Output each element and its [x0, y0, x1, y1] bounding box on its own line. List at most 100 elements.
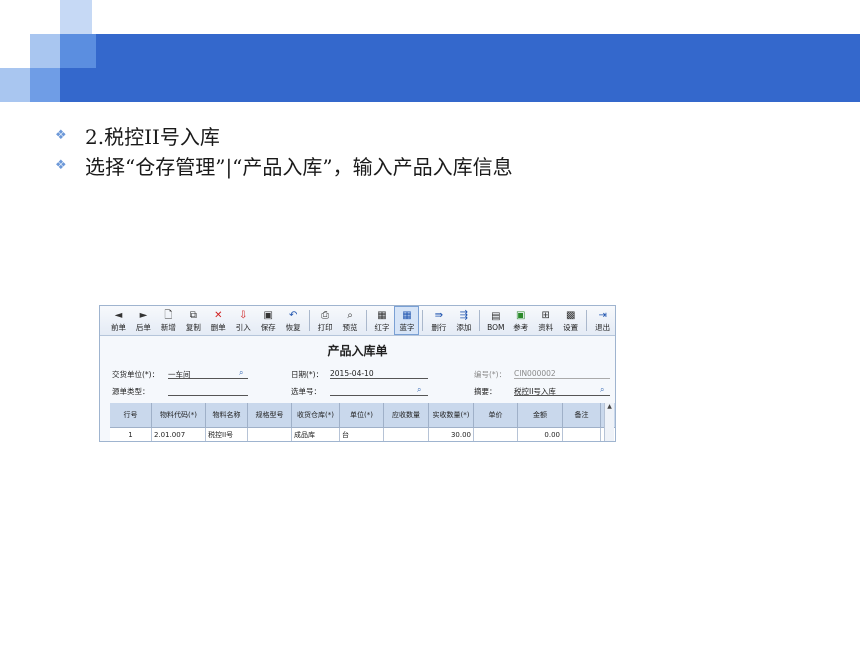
decorative-square	[0, 68, 30, 102]
bullet-item: ❖ 选择“仓存管理”|“产品入库”，输入产品入库信息	[55, 150, 513, 180]
number-label: 编号(*)：	[474, 370, 507, 379]
column-header: 单价	[474, 403, 518, 427]
dept-field[interactable]: 一车间	[168, 369, 248, 379]
number-field[interactable]: CIN000002	[514, 369, 610, 379]
vertical-scrollbar[interactable]: ▲	[604, 403, 614, 441]
toolbar-separator	[422, 310, 424, 331]
decorative-square	[60, 0, 92, 34]
save-icon: ▣	[263, 309, 273, 321]
source-number-field[interactable]	[330, 386, 428, 396]
delete-row-button[interactable]: ⇛ 删行	[426, 306, 451, 335]
form-title: 产品入库单	[327, 344, 388, 358]
new-button[interactable]: 🗋 新增	[156, 306, 181, 335]
add-row-icon: ⇶	[459, 309, 469, 321]
table-cell[interactable]	[248, 428, 292, 441]
new-document-icon: 🗋	[164, 309, 173, 321]
diamond-bullet-icon: ❖	[55, 127, 67, 143]
source-type-label: 源单类型：	[112, 387, 150, 396]
toolbar-separator	[586, 310, 588, 331]
grid-header: 行号 物料代码(*) 物料名称 规格型号 收货仓库(*) 单位(*) 应收数量 …	[110, 403, 615, 427]
header-banner	[60, 34, 860, 102]
print-button[interactable]: ⎙ 打印	[313, 306, 338, 335]
undo-icon: ↶	[288, 309, 298, 321]
blue-text-button[interactable]: ▦ 蓝字	[394, 306, 420, 335]
red-text-button[interactable]: ▦ 红字	[370, 306, 395, 335]
add-row-button[interactable]: ⇶ 添加	[451, 306, 476, 335]
preview-button[interactable]: ⌕ 预览	[338, 306, 363, 335]
toolbar-separator	[308, 310, 310, 331]
import-button[interactable]: ⇩ 引入	[231, 306, 256, 335]
bullet-list: ❖ 2.税控II号入库 ❖ 选择“仓存管理”|“产品入库”，输入产品入库信息	[55, 120, 513, 180]
scroll-up-icon[interactable]: ▲	[605, 403, 614, 410]
column-header: 金额	[518, 403, 563, 427]
table-cell[interactable]: 税控II号	[206, 428, 248, 441]
toolbar-separator	[479, 310, 481, 331]
red-text-icon: ▦	[377, 309, 387, 321]
copy-button[interactable]: ⧉ 复制	[181, 306, 206, 335]
preview-icon: ⌕	[347, 309, 353, 321]
data-icon: ⊞	[541, 309, 550, 321]
column-header: 备注	[563, 403, 601, 427]
product-inbound-window: ◄ 前单 ► 后单 🗋 新增 ⧉ 复制 ✕ 删单 ⇩ 引入 ▣ 保存 ↶ 恢复 ⎙ 打印 ⌕ 预览 …	[99, 305, 616, 442]
table-cell[interactable]	[474, 428, 518, 441]
memo-field[interactable]: 税控II号入库	[514, 386, 610, 396]
table-cell[interactable]: 2.01.007	[152, 428, 206, 441]
column-header: 物料名称	[206, 403, 248, 427]
lookup-icon[interactable]: ⌕	[417, 385, 421, 395]
copy-icon: ⧉	[189, 309, 197, 321]
memo-label: 摘要：	[474, 387, 497, 396]
print-icon: ⎙	[321, 309, 330, 321]
import-icon: ⇩	[239, 309, 248, 321]
bullet-text: 选择“仓存管理”|“产品入库”，输入产品入库信息	[85, 154, 513, 179]
date-field[interactable]: 2015-04-10	[330, 369, 428, 379]
settings-icon: ▩	[565, 309, 576, 321]
bom-icon: ▤	[491, 310, 501, 322]
table-row[interactable]: 1 2.01.007 税控II号 成品库 台 30.00 0.00	[110, 427, 615, 441]
delete-row-icon: ⇛	[434, 309, 444, 321]
toolbar-separator	[365, 310, 367, 331]
source-number-label: 选单号：	[291, 387, 321, 396]
column-header: 收货仓库(*)	[292, 403, 340, 427]
prev-button[interactable]: ◄ 前单	[106, 306, 131, 335]
prev-arrow-icon: ◄	[114, 309, 123, 321]
column-header: 规格型号	[248, 403, 292, 427]
bullet-text: 2.税控II号入库	[85, 124, 220, 149]
lookup-icon[interactable]: ⌕	[600, 385, 604, 395]
column-header: 实收数量(*)	[429, 403, 474, 427]
lookup-icon[interactable]: ⌕	[239, 368, 243, 378]
save-button[interactable]: ▣ 保存	[256, 306, 281, 335]
decorative-square	[60, 34, 96, 68]
table-cell[interactable]: 0.00	[518, 428, 563, 441]
table-cell[interactable]: 成品库	[292, 428, 340, 441]
detail-grid: 行号 物料代码(*) 物料名称 规格型号 收货仓库(*) 单位(*) 应收数量 …	[110, 403, 615, 441]
blue-text-icon: ▦	[402, 309, 412, 321]
table-cell[interactable]: 30.00	[429, 428, 474, 441]
settings-button[interactable]: ▩ 设置	[558, 306, 583, 335]
date-label: 日期(*)：	[291, 370, 324, 379]
data-button[interactable]: ⊞ 资料	[533, 306, 558, 335]
bom-button[interactable]: ▤ BOM	[483, 306, 508, 335]
column-header: 行号	[110, 403, 152, 427]
exit-icon: ⇥	[598, 309, 607, 321]
table-cell[interactable]	[563, 428, 601, 441]
delete-button[interactable]: ✕ 删单	[206, 306, 231, 335]
delete-icon: ✕	[214, 309, 223, 321]
decorative-square	[30, 68, 60, 102]
reference-button[interactable]: ▣ 参考	[508, 306, 533, 335]
table-cell[interactable]: 台	[340, 428, 384, 441]
next-button[interactable]: ► 后单	[131, 306, 156, 335]
column-header: 物料代码(*)	[152, 403, 206, 427]
table-cell[interactable]: 1	[110, 428, 152, 441]
toolbar: ◄ 前单 ► 后单 🗋 新增 ⧉ 复制 ✕ 删单 ⇩ 引入 ▣ 保存 ↶ 恢复 ⎙ 打印 ⌕ 预览 …	[100, 306, 615, 336]
column-header: 单位(*)	[340, 403, 384, 427]
diamond-bullet-icon: ❖	[55, 157, 67, 173]
exit-button[interactable]: ⇥ 退出	[590, 306, 615, 335]
bullet-item: ❖ 2.税控II号入库	[55, 120, 513, 150]
table-cell[interactable]	[384, 428, 429, 441]
column-header: 应收数量	[384, 403, 429, 427]
decorative-square	[30, 34, 60, 68]
source-type-field[interactable]	[168, 386, 248, 396]
dept-label: 交货单位(*)：	[112, 370, 160, 379]
restore-button[interactable]: ↶ 恢复	[281, 306, 306, 335]
reference-icon: ▣	[516, 309, 526, 321]
